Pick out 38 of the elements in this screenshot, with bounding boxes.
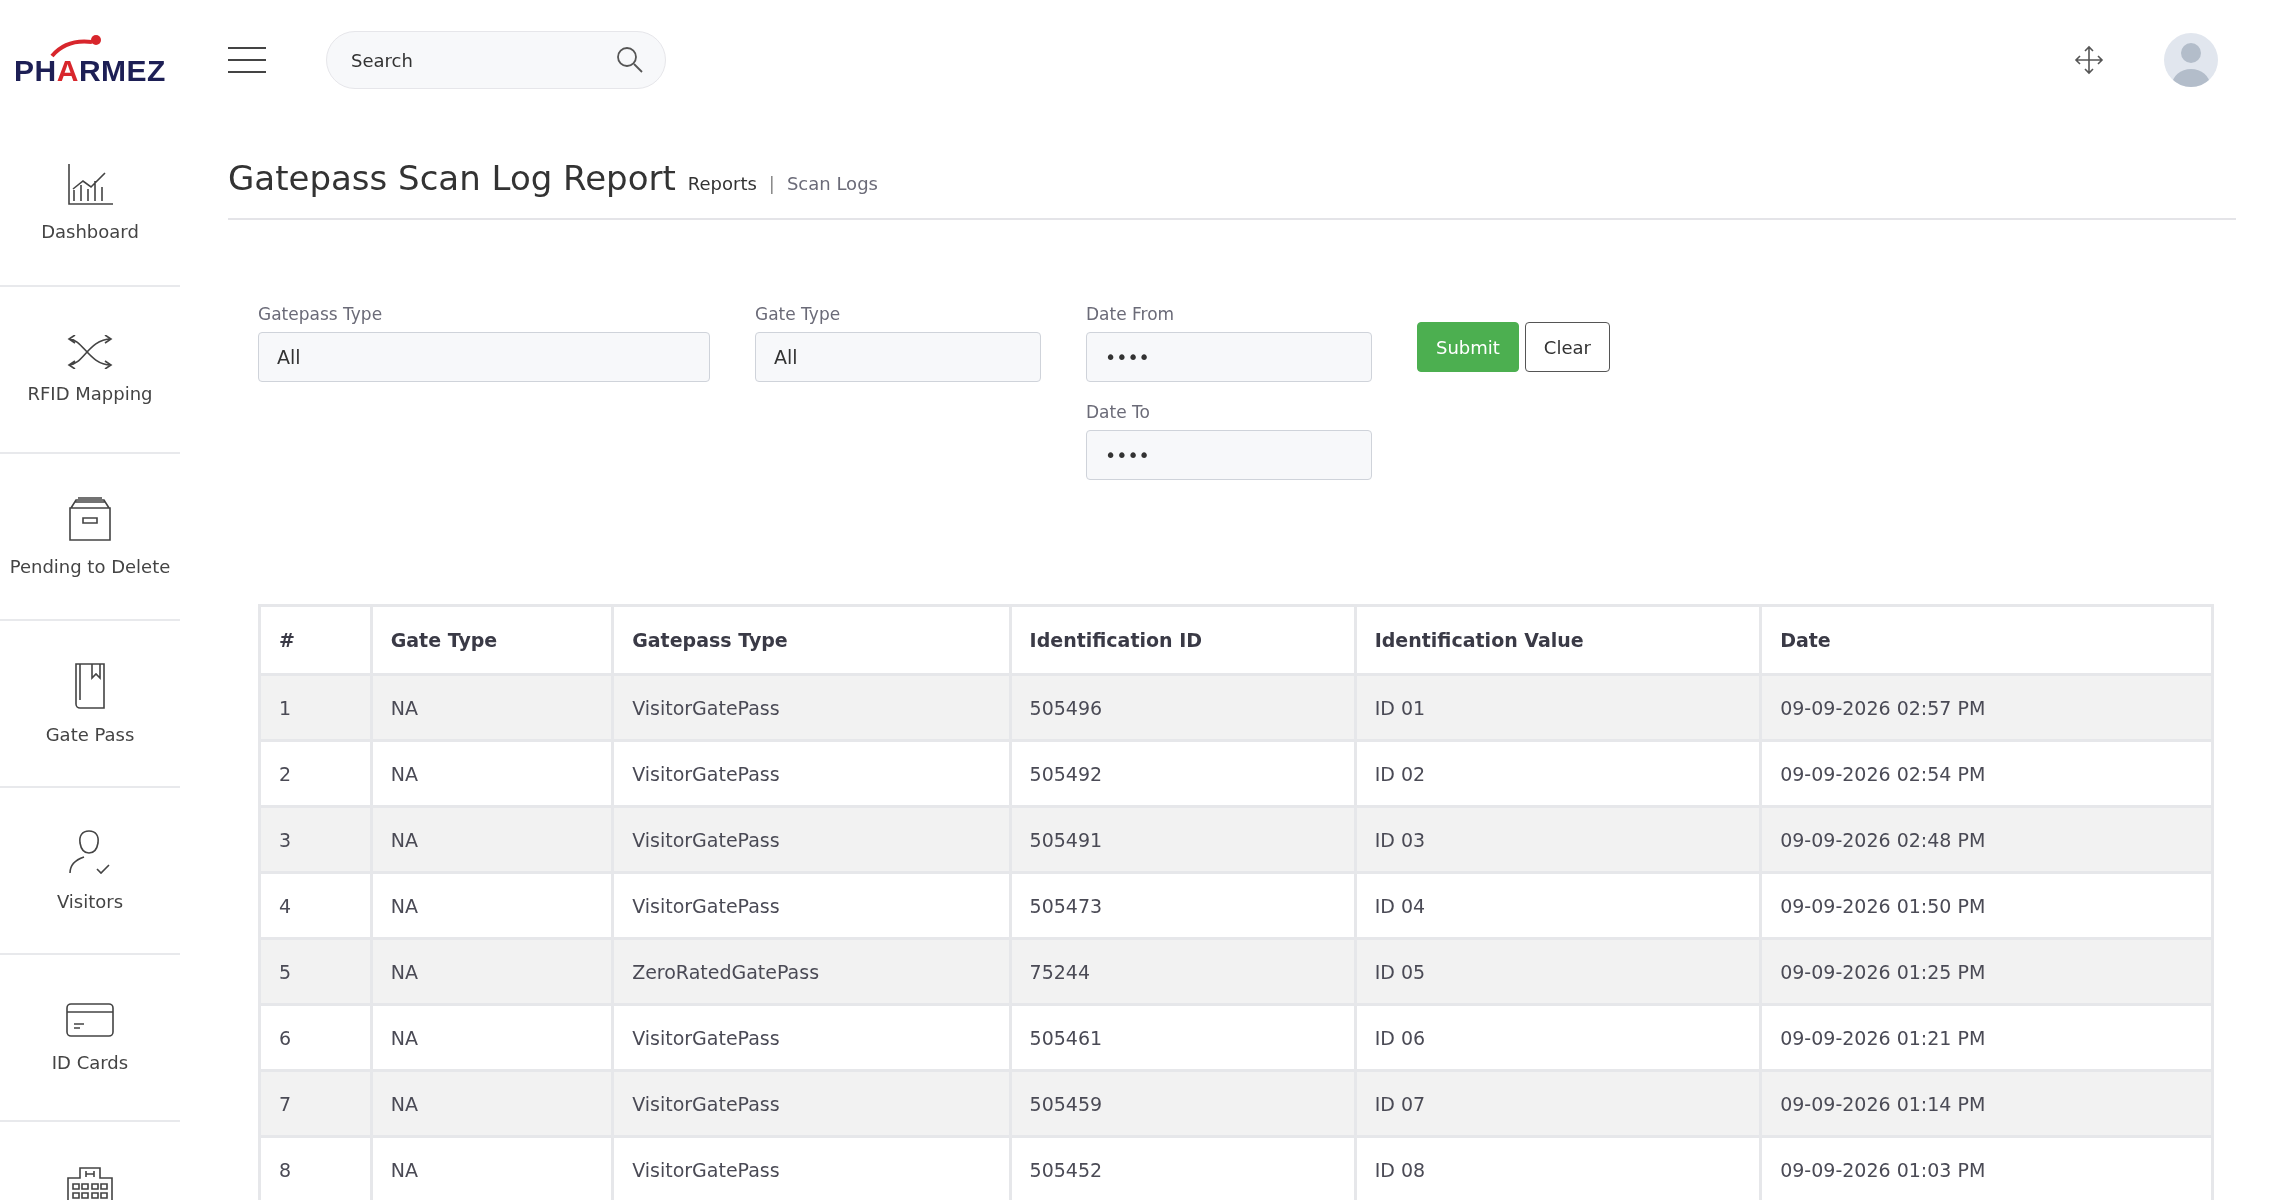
- column-header[interactable]: Date: [1760, 605, 2213, 675]
- user-check-icon: [67, 829, 113, 877]
- breadcrumb-link[interactable]: Reports: [687, 173, 757, 194]
- field-label: Date From: [1086, 304, 1176, 324]
- column-header[interactable]: Gatepass Type: [612, 605, 1011, 675]
- shuffle-icon: [66, 335, 114, 369]
- field-label: Gate Type: [755, 304, 842, 324]
- breadcrumb-separator: |: [768, 173, 775, 194]
- table-cell: 8: [259, 1136, 372, 1200]
- breadcrumb-link[interactable]: Scan Logs: [786, 173, 878, 194]
- search-icon[interactable]: [616, 46, 644, 74]
- search-field[interactable]: Search: [326, 31, 666, 89]
- select-field[interactable]: All: [258, 332, 710, 382]
- logo[interactable]: PHARMEZ: [14, 32, 166, 88]
- column-header[interactable]: Identification ID: [1010, 605, 1356, 675]
- sidebar-item[interactable]: Gate Pass: [0, 621, 180, 788]
- select-field[interactable]: All: [755, 332, 1041, 382]
- id-card-icon: [65, 1002, 115, 1038]
- page-title: Gatepass Scan Log Report: [228, 158, 676, 198]
- sidebar-item[interactable]: ID Cards: [0, 955, 180, 1122]
- building-icon[interactable]: [66, 1166, 114, 1200]
- fullscreen-icon[interactable]: [2074, 45, 2104, 75]
- column-header[interactable]: Gate Type: [371, 605, 613, 675]
- sidebar-item[interactable]: Pending to Delete: [0, 454, 180, 621]
- sidebar-item[interactable]: RFID Mapping: [0, 287, 180, 454]
- date-field[interactable]: ••••: [1086, 430, 1372, 480]
- sidebar-item[interactable]: Visitors: [0, 788, 180, 955]
- book-icon: [72, 662, 108, 710]
- field-label: Gatepass Type: [258, 304, 384, 324]
- column-header[interactable]: Identification Value: [1355, 605, 1761, 675]
- archive-box-icon: [66, 496, 114, 542]
- date-field[interactable]: ••••: [1086, 332, 1372, 382]
- menu-button[interactable]: [228, 47, 266, 73]
- clear-button[interactable]: Clear: [1524, 322, 1610, 372]
- sidebar-item[interactable]: Dashboard: [0, 120, 180, 287]
- column-header[interactable]: #: [259, 605, 372, 675]
- field-label: Date To: [1086, 402, 1151, 422]
- bar-chart-icon: [66, 163, 114, 207]
